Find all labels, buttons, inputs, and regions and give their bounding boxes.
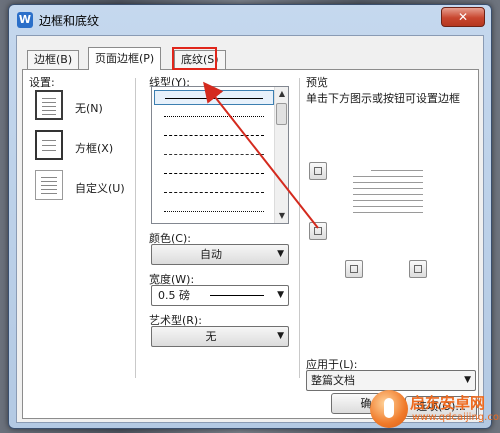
chevron-down-icon: ▼ xyxy=(277,331,284,341)
chevron-down-icon: ▼ xyxy=(277,290,284,300)
color-dropdown[interactable]: 自动 ▼ xyxy=(151,244,289,265)
close-button[interactable]: ✕ xyxy=(441,7,485,27)
divider xyxy=(135,78,136,378)
dialog-body: 边框(B) 页面边框(P) 底纹(S) 设置: 无(N) 方框(X) 自定义(U… xyxy=(16,35,484,423)
setting-box-icon[interactable] xyxy=(35,130,63,160)
watermark-logo-icon xyxy=(370,390,408,428)
line-style-long-dash[interactable] xyxy=(154,166,274,181)
line-style-list[interactable]: ▲ ▼ xyxy=(151,86,289,224)
preview-page[interactable] xyxy=(343,166,433,246)
watermark-url: www.qdcaijing.com xyxy=(412,412,500,423)
line-style-dotted[interactable] xyxy=(154,109,274,124)
right-border-button[interactable] xyxy=(409,260,427,278)
setting-none-label[interactable]: 无(N) xyxy=(75,100,103,116)
line-style-dash-dot-dot[interactable] xyxy=(154,204,274,219)
line-style-short-dash[interactable] xyxy=(154,128,274,143)
scroll-down-icon[interactable]: ▼ xyxy=(275,209,288,223)
tab-shading-highlight-box xyxy=(172,47,217,70)
color-value: 自动 xyxy=(200,248,222,261)
divider xyxy=(299,78,300,378)
watermark-brand: 启东安卓网 xyxy=(410,394,486,412)
scroll-thumb[interactable] xyxy=(276,103,287,125)
dialog-title: 边框和底纹 xyxy=(39,14,100,28)
borders-shading-dialog: W 边框和底纹 ✕ 边框(B) 页面边框(P) 底纹(S) 设置: 无(N) 方… xyxy=(8,4,492,429)
width-value: 0.5 磅 xyxy=(158,289,190,302)
setting-custom-label[interactable]: 自定义(U) xyxy=(75,180,125,196)
page-border-panel: 设置: 无(N) 方框(X) 自定义(U) 线型(Y): ▲ ▼ 颜色(C): … xyxy=(22,69,479,419)
style-column: 线型(Y): ▲ ▼ 颜色(C): 自动 ▼ 宽度(W): 0.5 磅 ▼ 艺术… xyxy=(139,70,299,390)
bottom-border-button[interactable] xyxy=(309,222,327,240)
setting-box-label[interactable]: 方框(X) xyxy=(75,140,113,156)
art-value: 无 xyxy=(205,330,217,343)
line-style-dash-dot[interactable] xyxy=(154,185,274,200)
line-style-dash[interactable] xyxy=(154,147,274,162)
line-style-solid[interactable] xyxy=(154,90,274,105)
apply-to-value: 整篇文档 xyxy=(311,374,355,387)
preview-hint: 单击下方图示或按钮可设置边框 xyxy=(306,92,460,105)
width-dropdown[interactable]: 0.5 磅 ▼ xyxy=(151,285,289,306)
setting-custom-icon[interactable] xyxy=(35,170,63,200)
left-border-button[interactable] xyxy=(345,260,363,278)
top-border-button[interactable] xyxy=(309,162,327,180)
wps-writer-icon: W xyxy=(17,12,33,28)
chevron-down-icon: ▼ xyxy=(277,249,284,259)
tab-page-border[interactable]: 页面边框(P) xyxy=(88,47,162,70)
style-list-scrollbar[interactable]: ▲ ▼ xyxy=(274,87,288,223)
title-bar: W 边框和底纹 ✕ xyxy=(9,5,491,35)
tab-borders[interactable]: 边框(B) xyxy=(27,50,80,69)
preview-heading: 预览 xyxy=(306,76,328,89)
width-line-sample xyxy=(210,295,264,296)
art-dropdown[interactable]: 无 ▼ xyxy=(151,326,289,347)
setting-none-icon[interactable] xyxy=(35,90,63,120)
scroll-up-icon[interactable]: ▲ xyxy=(275,87,288,101)
settings-heading: 设置: xyxy=(29,76,55,89)
site-watermark: 启东安卓网 www.qdcaijing.com xyxy=(368,384,500,433)
